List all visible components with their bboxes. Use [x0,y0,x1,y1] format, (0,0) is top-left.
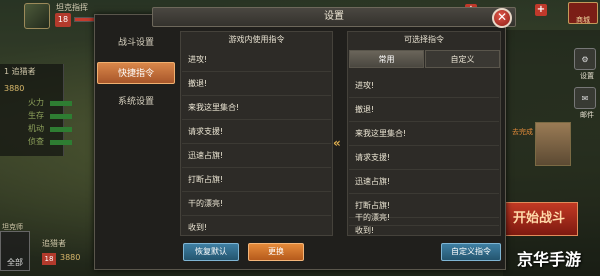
teammate-power-value: 3880 [60,253,81,262]
list-item[interactable]: 请求支援! [182,120,331,144]
player-avatar[interactable] [24,3,50,29]
player-level-badge: 18 [55,13,71,27]
add-gold-button[interactable]: + [535,4,547,16]
all-filter-button[interactable]: 全部 [0,231,30,271]
mail-icon-label: 邮件 [580,111,594,119]
side-rank-label: 1 追猎者 [4,67,36,76]
list-item[interactable]: 迅速占旗! [182,144,331,168]
stat-scouting-bar [50,140,72,145]
stat-mobility-bar [50,127,72,132]
list-item[interactable]: 进攻! [349,74,499,98]
settings-icon-label: 设置 [580,72,594,80]
list-item[interactable]: 进攻! [182,48,331,72]
teammate-name: 追猎者 [42,239,66,248]
stat-mobility-label: 机动 [28,124,44,133]
stat-firepower-label: 火力 [28,98,44,107]
list-item[interactable]: 打断占旗! [182,168,331,192]
custom-command-button[interactable]: 自定义指令 [441,243,501,261]
list-item[interactable]: 来我这里集合! [182,96,331,120]
list-item[interactable]: 撤退! [349,98,499,122]
list-item[interactable]: 迅速占旗! [349,170,499,194]
side-power-value: 3880 [4,84,25,93]
double-chevron-left-icon[interactable]: « [333,136,341,150]
tab-common[interactable]: 常用 [349,50,424,68]
teammate-level-badge: 18 [42,253,56,265]
stat-survival-label: 生存 [28,111,44,120]
mall-button[interactable]: 商城 [568,2,598,24]
stat-survival-bar [50,114,72,119]
list-item[interactable]: 干的漂亮! [182,192,331,216]
list-item[interactable]: 撤退! [182,72,331,96]
stat-scouting-label: 侦查 [28,137,44,146]
swap-button[interactable]: 更换 [248,243,304,261]
tab-battle-settings[interactable]: 战斗设置 [97,32,175,54]
commander-portrait[interactable] [535,122,571,166]
tab-quick-commands[interactable]: 快捷指令 [97,62,175,84]
list-item[interactable]: 来我这里集合! [349,122,499,146]
available-commands-header: 可选择指令 [404,35,444,44]
in-game-commands-header: 游戏内使用指令 [228,35,285,44]
list-item[interactable]: 收到! [349,226,499,236]
tab-custom[interactable]: 自定义 [425,50,500,68]
site-watermark: 京华手游 [517,250,582,269]
close-icon[interactable]: ✕ [492,8,512,28]
list-item[interactable]: 干的漂亮! [349,210,499,226]
start-battle-button[interactable]: 开始战斗 [500,202,578,236]
player-name: 坦克指挥 [56,3,88,12]
tab-system-settings[interactable]: 系统设置 [97,91,175,113]
list-item[interactable]: 请求支援! [349,146,499,170]
mail-icon[interactable]: ✉ [574,87,596,109]
restore-default-button[interactable]: 恢复默认 [183,243,239,261]
right-icon-column: ⚙ 设置 ✉ 邮件 [574,48,600,126]
list-item[interactable]: 收到! [182,216,331,240]
task-status-label: 去完成 [512,128,533,136]
dialog-title: 设置 [324,11,344,22]
stat-firepower-bar [50,101,72,106]
settings-gear-icon[interactable]: ⚙ [574,48,596,70]
